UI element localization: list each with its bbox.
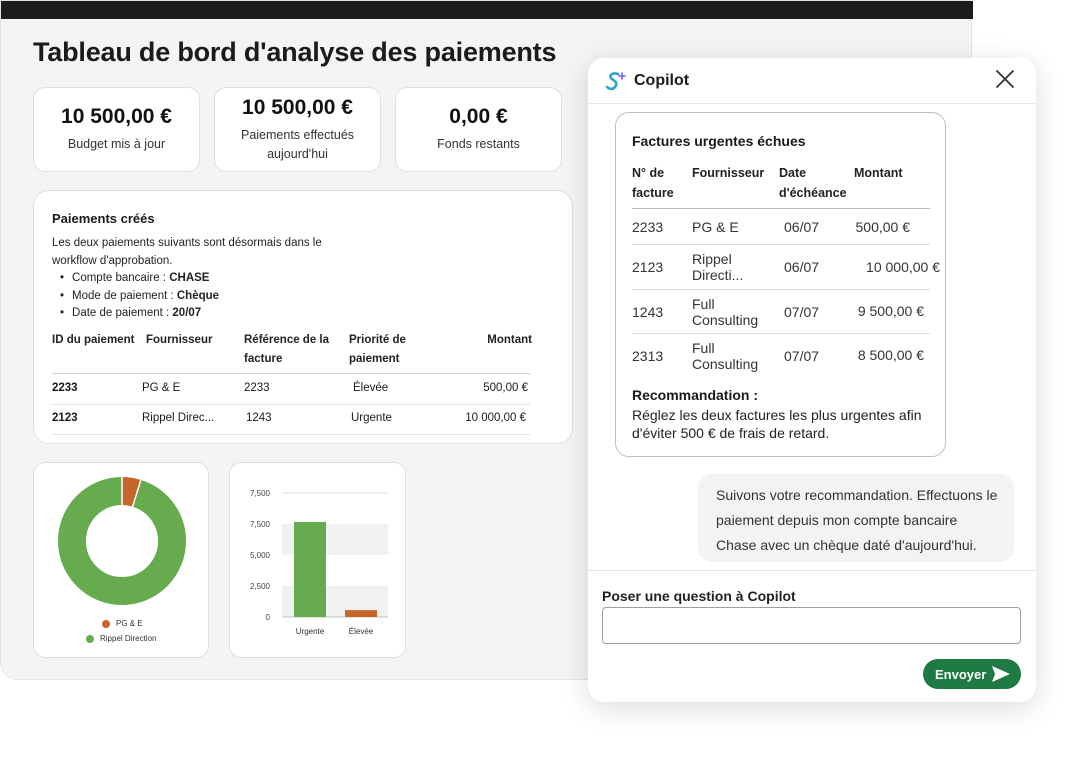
cell-supplier: Full Consulting [692, 296, 759, 328]
bar-1 [345, 610, 377, 617]
cell-invoice-number: 1243 [632, 304, 664, 320]
x-tick-label: Urgente [296, 627, 325, 636]
col-header-amount: Montant [854, 166, 903, 180]
bar-chart: 7,500 7,500 5,000 2,500 0 Urgente Élevée [250, 489, 388, 636]
legend-swatch [102, 619, 110, 628]
ask-copilot-input[interactable] [602, 607, 1021, 644]
urgent-invoices-title: Factures urgentes échues [632, 133, 806, 149]
col-header-priority: Priorité de paiement [349, 334, 406, 365]
stat-amount: 0,00 € [449, 105, 508, 128]
send-button-label: Envoyer [935, 666, 987, 682]
cell-invoice-number: 2233 [632, 219, 664, 235]
cell-supplier: Full Consulting [692, 340, 759, 372]
col-header-invoice-ref: Référence de la facture [244, 334, 330, 365]
recommendation-title: Recommandation : [632, 387, 759, 403]
cell-amount: 8 500,00 € [857, 347, 924, 363]
col-header-due-date: Date d'échéance [779, 166, 847, 200]
send-button[interactable]: Envoyer [923, 659, 1021, 689]
y-tick-label: 2,500 [250, 582, 271, 591]
close-icon[interactable] [994, 68, 1016, 90]
col-header-invoice-number: N° de facture [632, 166, 674, 200]
table-divider [52, 373, 530, 374]
table-divider [632, 208, 930, 209]
legend-item-rippel-direction: Rippel Direction [86, 634, 156, 643]
page-title: Tableau de bord d'analyse des paiements [33, 37, 557, 67]
x-tick-label: Élevée [349, 627, 374, 636]
stat-amount: 10 500,00 € [61, 105, 172, 128]
table-divider [632, 244, 930, 245]
cell-amount: 500,00 € [855, 219, 911, 235]
col-header-supplier: Fournisseur [692, 166, 765, 180]
col-header-payment-id: ID du paiement [52, 334, 135, 346]
payments-created-description: Les deux paiements suivants sont désorma… [52, 235, 352, 323]
copilot-title: Copilot [634, 72, 690, 89]
legend-label: PG & E [116, 619, 143, 628]
stat-label: Budget mis à jour [67, 137, 166, 151]
copilot-s-sparkle-icon [605, 72, 626, 91]
legend-item-pg-e: PG & E [102, 619, 143, 628]
col-header-amount: Montant [487, 334, 532, 346]
legend-swatch [86, 634, 94, 643]
cell-invoice-ref: 2233 [244, 382, 270, 394]
cell-supplier: Rippel Direc... [142, 412, 215, 424]
y-tick-label: 5,000 [250, 551, 271, 560]
table-divider [52, 404, 530, 405]
cell-priority: Urgente [351, 412, 392, 424]
table-divider [52, 434, 530, 435]
donut-slice-1 [58, 477, 186, 605]
col-header-supplier: Fournisseur [146, 334, 213, 346]
user-message-bubble: Suivons votre recommandation. Effectuons… [698, 474, 1014, 562]
cell-due-date: 06/07 [784, 219, 820, 235]
payment-details-list: Compte bancaire : CHASE Mode de paiement… [52, 270, 352, 323]
stat-card-remaining: 0,00 € Fonds restants [395, 87, 562, 172]
bar-0 [294, 521, 326, 617]
cell-due-date: 07/07 [784, 304, 820, 320]
copilot-panel: Copilot Factures urgentes échues N° de f… [588, 58, 1036, 702]
copilot-header: Copilot [588, 58, 1036, 104]
cell-amount: 9 500,00 € [857, 303, 924, 319]
cell-payment-id: 2233 [52, 382, 78, 394]
cell-supplier: Rippel Directi... [692, 251, 744, 283]
table-divider [632, 289, 930, 290]
detail-payment-method: Mode de paiement : Chèque [52, 288, 352, 306]
stat-card-budget: 10 500,00 € Budget mis à jour [33, 87, 200, 172]
cell-due-date: 06/07 [784, 259, 820, 275]
send-arrow-icon [992, 666, 1010, 682]
cell-supplier: PG & E [692, 219, 739, 235]
legend-label: Rippel Direction [100, 634, 157, 643]
y-tick-label: 7,500 [250, 520, 271, 529]
urgent-invoices-card: Factures urgentes échues N° de facture F… [615, 112, 946, 457]
cell-due-date: 07/07 [784, 348, 820, 364]
cell-payment-id: 2123 [52, 412, 78, 424]
cell-amount: 10 000,00 € [866, 259, 940, 275]
detail-payment-date: Date de paiement : 20/07 [52, 305, 352, 323]
stat-card-payments-today: 10 500,00 € Paiements effectués aujourd'… [214, 87, 381, 172]
bar-chart-card: 7,500 7,500 5,000 2,500 0 Urgente Élevée [229, 462, 406, 658]
payments-created-title: Paiements créés [52, 211, 155, 226]
y-tick-label: 7,500 [250, 489, 271, 498]
donut-chart-card: PG & E Rippel Direction [33, 462, 209, 658]
cell-invoice-ref: 1243 [246, 412, 272, 424]
stat-label: Fonds restants [437, 137, 520, 151]
cell-priority: Élevée [353, 382, 389, 394]
top-bar [1, 1, 973, 19]
payments-created-card: Paiements créés Les deux paiements suiva… [33, 190, 573, 444]
recommendation-text: Réglez les deux factures les plus urgent… [632, 407, 922, 441]
description-text: Les deux paiements suivants sont désorma… [52, 237, 322, 267]
cell-invoice-number: 2123 [632, 259, 664, 275]
stat-label: Paiements effectués aujourd'hui [240, 127, 355, 161]
y-tick-label: 0 [266, 613, 271, 622]
ask-copilot-label: Poser une question à Copilot [602, 588, 796, 604]
stat-amount: 10 500,00 € [242, 95, 353, 119]
detail-bank-account: Compte bancaire : CHASE [52, 270, 352, 288]
donut-chart [58, 477, 186, 605]
cell-invoice-number: 2313 [632, 348, 664, 364]
cell-amount: 500,00 € [483, 382, 528, 394]
cell-supplier: PG & E [142, 382, 181, 394]
cell-amount: 10 000,00 € [465, 412, 526, 424]
composer-divider [588, 570, 1036, 571]
table-divider [632, 333, 930, 334]
